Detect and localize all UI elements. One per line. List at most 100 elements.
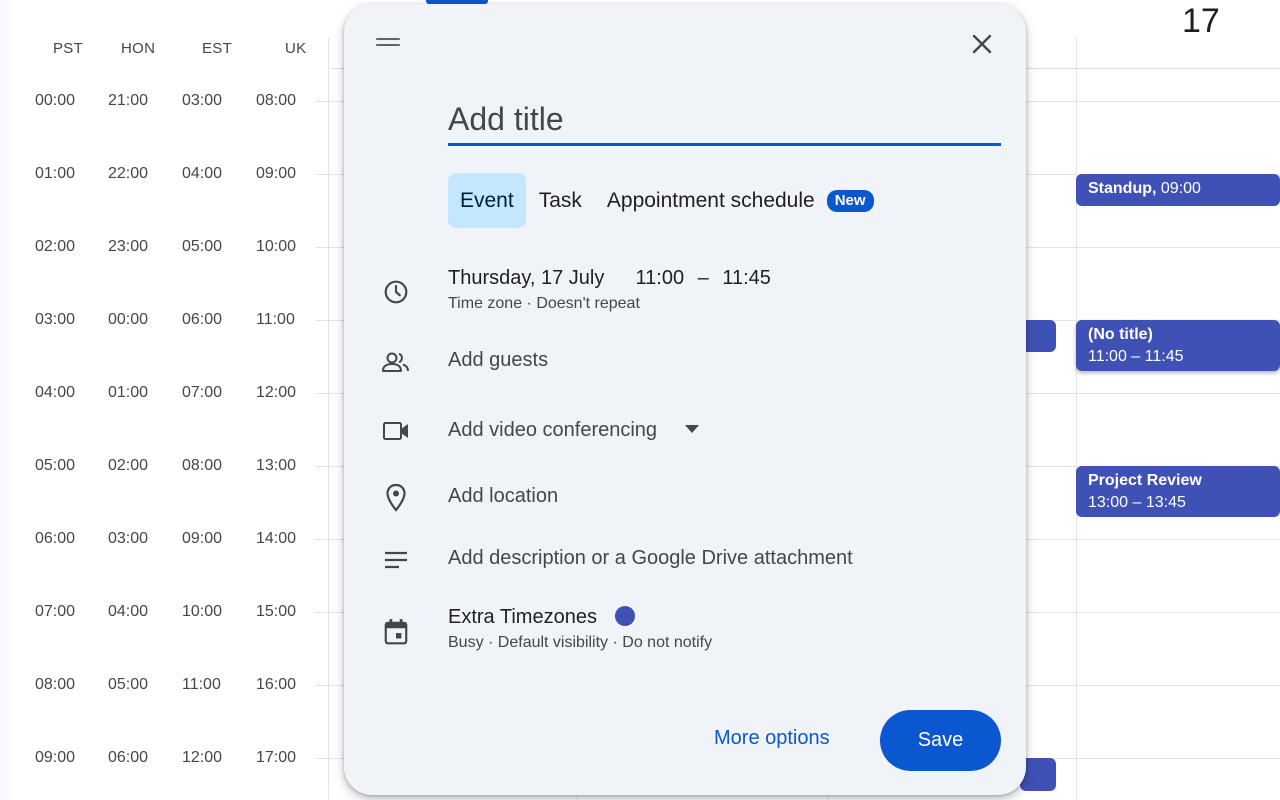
new-badge: New — [826, 189, 874, 212]
event-time: 13:00 – 13:45 — [1088, 494, 1186, 511]
calendar-icon — [380, 616, 412, 648]
event-time: 11:00 – 11:45 — [1088, 348, 1184, 365]
tab-label: Appointment schedule — [606, 188, 815, 212]
timezone-time-cell: 16:00 — [256, 676, 297, 693]
timezone-time-cell: 00:00 — [108, 311, 149, 328]
timezone-time-cell: 01:00 — [35, 165, 76, 182]
timezone-time-cell: 04:00 — [182, 165, 223, 182]
event-time: 09:00 — [1160, 180, 1201, 197]
day-number[interactable]: 17 — [1182, 2, 1220, 41]
clock-icon — [380, 276, 412, 308]
timezone-time-row: 02:00 23:00 05:00 10:00 — [0, 238, 330, 258]
guests-icon — [380, 346, 412, 378]
timezone-time-cell: 05:00 — [182, 238, 223, 255]
timezone-time-row: 00:00 21:00 03:00 08:00 — [0, 92, 330, 112]
add-video-conferencing-button[interactable]: Add video conferencing — [448, 419, 699, 442]
event-no-title[interactable]: (No title) 11:00 – 11:45 — [1076, 320, 1280, 371]
event-start-time[interactable]: 11:00 — [636, 267, 685, 289]
timezone-time-cell: 06:00 — [182, 311, 223, 328]
timezone-repeat-info[interactable]: Time zone · Doesn't repeat — [448, 295, 771, 313]
timezone-time-cell: 09:00 — [35, 749, 76, 766]
calendar-name: Extra Timezones — [448, 606, 597, 628]
event-title: Standup, — [1088, 180, 1157, 197]
timezone-time-cell: 08:00 — [182, 457, 223, 474]
timezone-time-row: 06:00 03:00 09:00 14:00 — [0, 530, 330, 550]
timezone-time-cell: 07:00 — [35, 603, 76, 620]
event-title: (No title) — [1088, 326, 1153, 343]
event-date[interactable]: Thursday, 17 July — [448, 267, 604, 289]
quick-event-dialog: Event Task Appointment schedule New Thur… — [344, 4, 1026, 795]
timezone-time-cell: 07:00 — [182, 384, 223, 401]
timezone-time-cell: 05:00 — [35, 457, 76, 474]
drag-handle-icon[interactable] — [376, 38, 400, 48]
timezone-label-hon: HON — [121, 40, 156, 57]
timezone-label-uk: UK — [285, 40, 307, 57]
timezone-time-cell: 23:00 — [108, 238, 149, 255]
calendar-color-dot — [614, 606, 635, 626]
tab-event[interactable]: Event — [448, 173, 526, 228]
timezone-header: PST HON EST UK — [12, 0, 332, 68]
timezone-time-cell: 12:00 — [182, 749, 223, 766]
timezone-time-row: 04:00 01:00 07:00 12:00 — [0, 384, 330, 404]
timezone-time-cell: 11:00 — [256, 311, 295, 328]
timezone-time-row: 03:00 00:00 06:00 11:00 — [0, 311, 330, 331]
timezone-label-est: EST — [202, 40, 233, 57]
timezone-time-cell: 14:00 — [256, 530, 297, 547]
timezone-time-row: 05:00 02:00 08:00 13:00 — [0, 457, 330, 477]
event-title-input[interactable] — [448, 96, 1001, 146]
calendar-page: PST HON EST UK 17 00:00 21:00 03:00 08:00 01… — [0, 0, 1280, 800]
timezone-time-row: 09:00 06:00 12:00 17:00 — [0, 749, 330, 769]
tab-appointment-schedule[interactable]: Appointment schedule New — [595, 173, 886, 228]
timezone-time-cell: 13:00 — [256, 457, 297, 474]
event-end-time[interactable]: 11:45 — [722, 267, 771, 289]
datetime-main: Thursday, 17 July 11:00 – 11:45 — [448, 267, 771, 290]
calendar-selector[interactable]: Extra Timezones Busy · Default visibilit… — [448, 606, 712, 652]
timezone-time-cell: 06:00 — [108, 749, 149, 766]
timezone-time-cell: 04:00 — [35, 384, 76, 401]
datetime-row[interactable]: Thursday, 17 July 11:00 – 11:45 Time zon… — [448, 267, 771, 313]
dropdown-arrow-icon — [684, 425, 699, 433]
event-title: Project Review — [1088, 472, 1202, 489]
timezone-time-row: 08:00 05:00 11:00 16:00 — [0, 676, 330, 696]
timezone-time-cell: 15:00 — [256, 603, 297, 620]
timezone-time-cell: 17:00 — [256, 749, 297, 766]
timezone-label-pst: PST — [53, 40, 84, 57]
timezone-time-cell: 09:00 — [182, 530, 223, 547]
tab-label: Task — [538, 188, 582, 212]
timezone-time-cell: 21:00 — [108, 92, 149, 109]
video-conferencing-label: Add video conferencing — [448, 419, 658, 441]
tab-task[interactable]: Task — [527, 173, 594, 228]
video-camera-icon — [380, 415, 412, 447]
event-project-review[interactable]: Project Review 13:00 – 13:45 — [1076, 466, 1280, 517]
event-type-tabs: Event Task Appointment schedule New — [448, 173, 887, 228]
event-standup[interactable]: Standup, 09:00 — [1076, 174, 1280, 206]
timezone-time-cell: 04:00 — [108, 603, 149, 620]
add-location-field[interactable]: Add location — [448, 485, 558, 508]
timezone-time-row: 07:00 04:00 10:00 15:00 — [0, 603, 330, 623]
timezone-time-cell: 03:00 — [108, 530, 149, 547]
more-options-button[interactable]: More options — [714, 727, 830, 750]
timezone-time-cell: 03:00 — [182, 92, 223, 109]
add-description-field[interactable]: Add description or a Google Drive attach… — [448, 547, 853, 570]
timezone-time-cell: 01:00 — [108, 384, 149, 401]
timezone-time-cell: 10:00 — [182, 603, 223, 620]
time-separator: – — [697, 267, 709, 289]
close-icon — [972, 34, 992, 54]
location-pin-icon — [380, 482, 412, 514]
close-button[interactable] — [964, 26, 1000, 62]
timezone-time-cell: 22:00 — [108, 165, 149, 182]
timezone-time-cell: 02:00 — [108, 457, 149, 474]
timezone-time-cell: 05:00 — [108, 676, 149, 693]
timezone-time-cell: 08:00 — [256, 92, 297, 109]
calendar-name-row: Extra Timezones — [448, 606, 712, 629]
timezone-time-cell: 11:00 — [182, 676, 221, 693]
description-icon — [380, 544, 412, 576]
tab-label: Event — [460, 188, 514, 212]
add-guests-field[interactable]: Add guests — [448, 349, 548, 372]
timezone-time-cell: 03:00 — [35, 311, 76, 328]
timezone-time-cell: 06:00 — [35, 530, 76, 547]
timezone-time-cell: 12:00 — [256, 384, 297, 401]
calendar-settings-info[interactable]: Busy · Default visibility · Do not notif… — [448, 634, 712, 652]
timezone-time-cell: 09:00 — [256, 165, 297, 182]
save-button[interactable]: Save — [880, 710, 1001, 771]
